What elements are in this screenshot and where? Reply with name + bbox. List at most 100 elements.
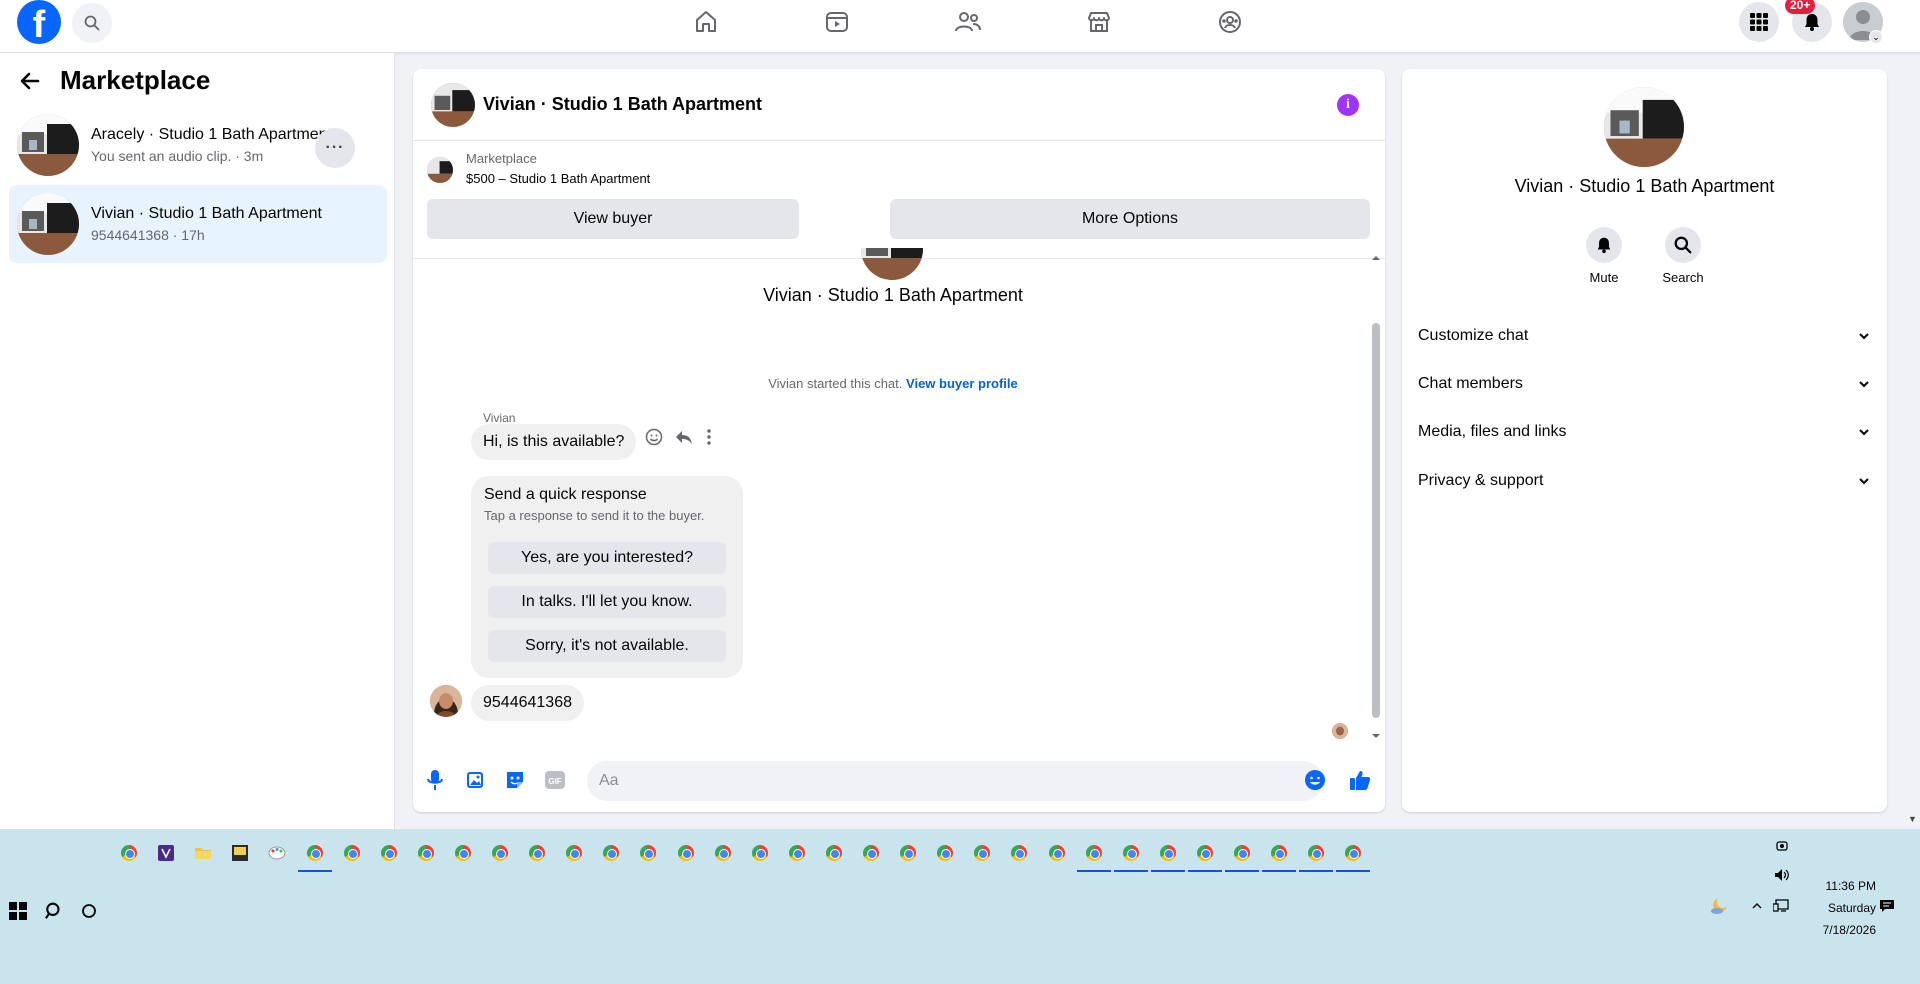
taskbar-chrome-window[interactable] xyxy=(673,840,699,866)
message-input[interactable] xyxy=(587,761,1323,801)
weather-icon[interactable] xyxy=(1709,896,1729,916)
mute-action[interactable]: Mute xyxy=(1569,227,1639,285)
taskbar-chrome-window[interactable] xyxy=(1225,840,1259,872)
taskbar-chrome-window[interactable] xyxy=(1150,840,1185,872)
chevron-down-icon[interactable]: ⌄ xyxy=(1869,30,1883,44)
section-privacy-support[interactable]: Privacy & support xyxy=(1418,461,1870,501)
taskbar-chrome-window[interactable] xyxy=(858,840,884,866)
conversation-item-aracely[interactable]: Aracely · Studio 1 Bath Apartment You se… xyxy=(9,106,387,184)
chat-avatar[interactable] xyxy=(431,82,475,127)
taskbar-chrome-window[interactable] xyxy=(413,840,439,866)
conversation-subtitle: 9544641368 · 17h xyxy=(91,227,205,243)
chat-title[interactable]: Vivian · Studio 1 Bath Apartment xyxy=(483,94,762,115)
reply-icon[interactable] xyxy=(675,428,693,446)
taskbar-chrome-window[interactable] xyxy=(1006,840,1032,866)
taskbar-chrome-window[interactable] xyxy=(598,840,624,866)
taskbar-chrome-window[interactable] xyxy=(821,840,847,866)
nav-friends[interactable] xyxy=(902,0,1033,44)
quick-response-option[interactable]: Sorry, it's not available. xyxy=(488,630,726,662)
react-smiley-icon[interactable] xyxy=(645,428,663,446)
system-clock[interactable]: 11:36 PM Saturday 7/18/2026 xyxy=(1790,875,1876,941)
taskbar-file-explorer[interactable] xyxy=(190,840,216,866)
more-options-button[interactable]: More Options xyxy=(890,199,1370,239)
chrome-icon xyxy=(380,845,397,861)
start-button[interactable] xyxy=(6,899,30,923)
taskbar-chrome-window[interactable] xyxy=(1113,840,1148,872)
section-chat-members[interactable]: Chat members xyxy=(1418,364,1870,404)
info-icon[interactable]: i xyxy=(1337,94,1359,116)
show-hidden-icons-button[interactable] xyxy=(1747,896,1767,916)
tray-meet-icon[interactable] xyxy=(1772,836,1792,856)
nav-groups[interactable] xyxy=(1164,0,1295,44)
volume-button[interactable] xyxy=(1772,865,1792,885)
sticker-button[interactable] xyxy=(503,768,527,792)
taskbar-chrome-window[interactable] xyxy=(1044,840,1070,866)
scroll-down-arrow-icon[interactable] xyxy=(1370,731,1382,741)
facebook-logo[interactable]: f xyxy=(17,0,61,44)
section-customize-chat[interactable]: Customize chat xyxy=(1418,316,1870,356)
like-button[interactable] xyxy=(1348,768,1372,792)
emoji-button[interactable] xyxy=(1303,768,1327,792)
listing-title[interactable]: $500 – Studio 1 Bath Apartment xyxy=(466,171,650,186)
message-bubble[interactable]: Hi, is this available? xyxy=(471,424,637,460)
mute-label: Mute xyxy=(1589,270,1619,285)
taskbar-chrome-window[interactable] xyxy=(747,840,773,866)
mute-button[interactable] xyxy=(1586,227,1622,263)
taskbar-app-purple[interactable] xyxy=(153,840,179,866)
back-arrow-icon[interactable] xyxy=(18,69,42,93)
nav-video[interactable] xyxy=(771,0,902,44)
search-button[interactable] xyxy=(72,3,112,43)
quick-response-option[interactable]: In talks. I'll let you know. xyxy=(488,586,726,618)
taskbar-chrome-window[interactable] xyxy=(376,840,402,866)
network-button[interactable] xyxy=(1771,896,1791,916)
taskbar-chrome-window[interactable] xyxy=(524,840,550,866)
view-buyer-button[interactable]: View buyer xyxy=(427,199,799,239)
taskbar-paint[interactable] xyxy=(264,840,290,866)
taskbar-chrome-window[interactable] xyxy=(1299,840,1334,872)
clock-day: Saturday xyxy=(1827,901,1876,915)
page-scroll-down-icon[interactable]: ▼ xyxy=(1908,814,1917,824)
taskbar-chrome-window[interactable] xyxy=(450,840,476,866)
taskbar-chrome-window[interactable] xyxy=(339,840,365,866)
chat-avatar-large xyxy=(1604,87,1684,167)
attach-photo-button[interactable] xyxy=(463,768,487,792)
search-in-chat-button[interactable] xyxy=(1665,227,1701,263)
taskbar-chrome-window[interactable] xyxy=(1187,840,1222,872)
thread-scrollbar[interactable] xyxy=(1370,253,1382,743)
menu-button[interactable] xyxy=(1739,2,1779,42)
view-buyer-profile-link[interactable]: View buyer profile xyxy=(906,376,1018,391)
action-center-button[interactable] xyxy=(1877,896,1897,916)
quick-response-option[interactable]: Yes, are you interested? xyxy=(488,542,726,574)
taskbar-chrome-window[interactable] xyxy=(487,840,513,866)
taskbar-chrome-window[interactable] xyxy=(1336,840,1371,872)
taskbar-chrome-window[interactable] xyxy=(635,840,661,866)
taskbar-chrome-window[interactable] xyxy=(895,840,921,866)
scroll-up-arrow-icon[interactable] xyxy=(1370,253,1382,263)
section-media-files-links[interactable]: Media, files and links xyxy=(1418,412,1870,452)
taskbar-chrome-window[interactable] xyxy=(710,840,736,866)
taskbar-chrome-window[interactable] xyxy=(297,840,332,872)
more-options-button[interactable]: ··· xyxy=(315,128,355,168)
more-vertical-icon[interactable] xyxy=(705,428,713,446)
scrollbar-thumb[interactable] xyxy=(1372,323,1380,718)
conversation-item-vivian[interactable]: Vivian · Studio 1 Bath Apartment 9544641… xyxy=(9,185,387,263)
taskbar-chrome-window[interactable] xyxy=(969,840,995,866)
taskbar-search-button[interactable] xyxy=(42,899,66,923)
voice-clip-button[interactable] xyxy=(423,768,447,792)
taskbar-chrome-window[interactable] xyxy=(561,840,587,866)
taskbar-chrome-window[interactable] xyxy=(1076,840,1111,872)
gif-button[interactable]: GIF xyxy=(543,768,567,792)
taskbar-sticky-notes[interactable] xyxy=(227,840,253,866)
taskbar-chrome[interactable] xyxy=(116,840,142,866)
nav-marketplace[interactable] xyxy=(1033,0,1164,44)
chrome-icon xyxy=(1159,845,1176,861)
sender-avatar[interactable] xyxy=(430,685,462,717)
search-action[interactable]: Search xyxy=(1648,227,1718,285)
cortana-button[interactable] xyxy=(77,899,101,923)
taskbar-chrome-window[interactable] xyxy=(784,840,810,866)
search-icon xyxy=(1674,236,1692,254)
nav-home[interactable] xyxy=(640,0,771,44)
message-bubble[interactable]: 9544641368 xyxy=(471,685,584,721)
taskbar-chrome-window[interactable] xyxy=(932,840,958,866)
taskbar-chrome-window[interactable] xyxy=(1262,840,1297,872)
